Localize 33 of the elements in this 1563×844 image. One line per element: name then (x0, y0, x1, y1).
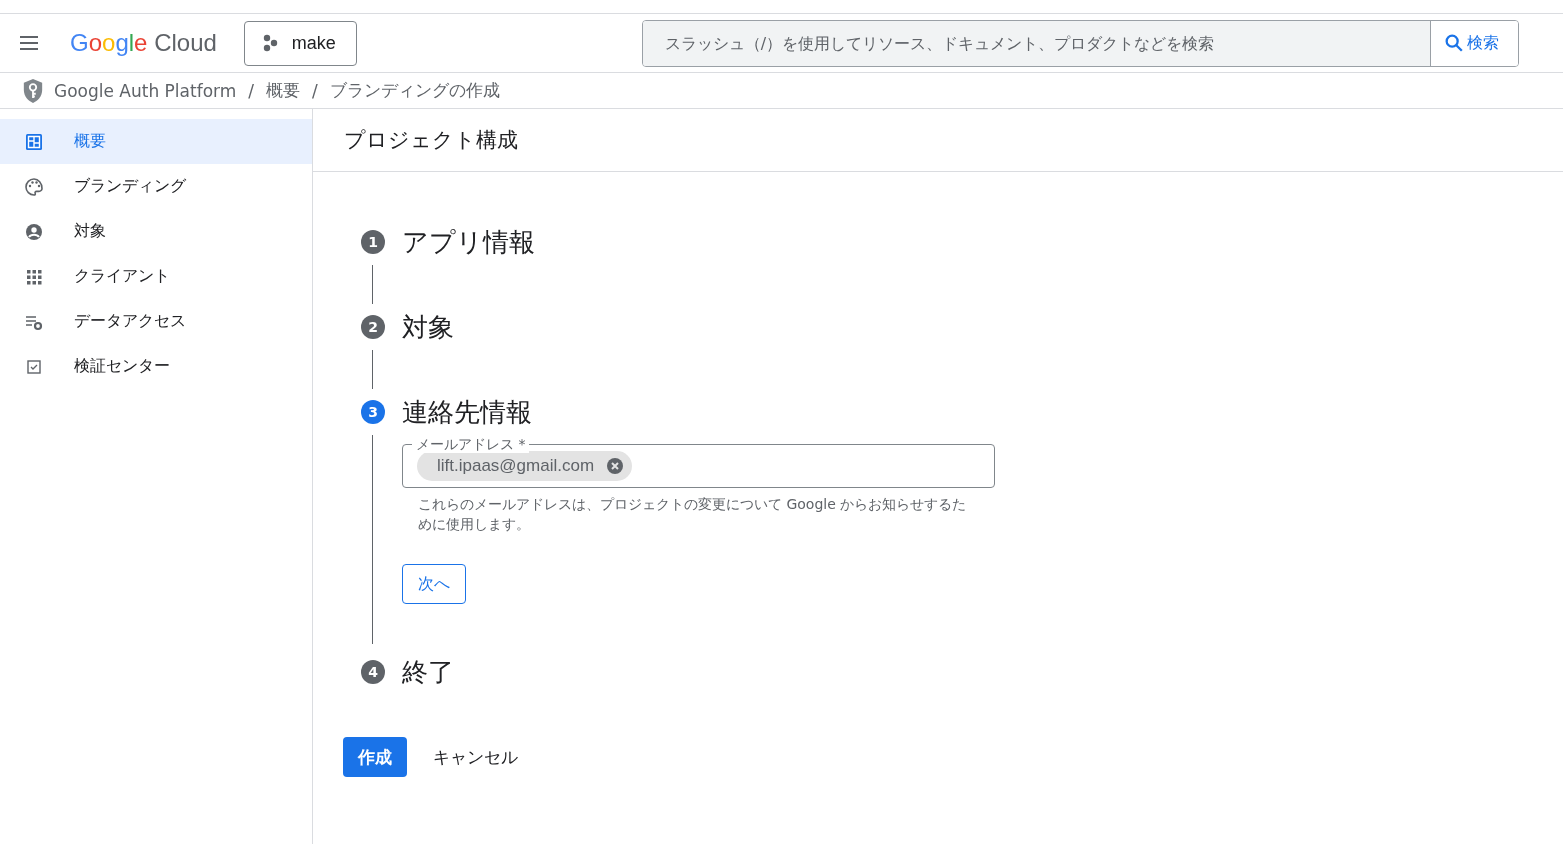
breadcrumb-separator: / (312, 80, 318, 101)
sidebar-item[interactable]: 対象 (0, 209, 312, 254)
sidebar-item[interactable]: ブランディング (0, 164, 312, 209)
step-number-badge: 4 (361, 660, 385, 684)
palette-icon (24, 176, 44, 197)
shield-key-icon (22, 77, 44, 104)
breadcrumb-link[interactable]: ブランディングの作成 (329, 79, 500, 102)
breadcrumb-link[interactable]: Google Auth Platform (54, 80, 237, 101)
sidebar-item[interactable]: クライアント (0, 254, 312, 299)
dashboard-icon (24, 131, 44, 152)
breadcrumb-link[interactable]: 概要 (266, 79, 301, 102)
step-title: 対象 (402, 310, 454, 344)
step-title: 連絡先情報 (402, 395, 532, 429)
sidebar-item[interactable]: データアクセス (0, 299, 312, 344)
step-title: 終了 (402, 655, 454, 689)
sidebar-item[interactable]: 概要 (0, 119, 312, 164)
hexagons-icon (261, 34, 280, 52)
step-title: アプリ情報 (402, 225, 535, 259)
helper-text: これらのメールアドレスは、プロジェクトの変更について Google からお知らせするために使用します。 (418, 495, 968, 534)
step-number-badge: 2 (361, 315, 385, 339)
step-number-badge: 1 (361, 230, 385, 254)
breadcrumb-separator: / (248, 80, 255, 101)
page-title: プロジェクト構成 (344, 127, 518, 154)
sidebar-item[interactable]: 検証センター (0, 344, 312, 389)
email-chip: lift.ipaas@gmail.com (417, 451, 633, 481)
remove-icon[interactable] (606, 457, 625, 475)
project-picker-button[interactable]: make (243, 20, 357, 66)
create-button[interactable]: 作成 (343, 737, 407, 777)
person-icon (24, 221, 44, 242)
field-label: メールアドレス * (412, 435, 530, 453)
google-cloud-logo[interactable]: Google Cloud (70, 29, 217, 57)
next-button[interactable]: 次へ (402, 564, 466, 604)
step-number-badge: 3 (361, 400, 385, 424)
